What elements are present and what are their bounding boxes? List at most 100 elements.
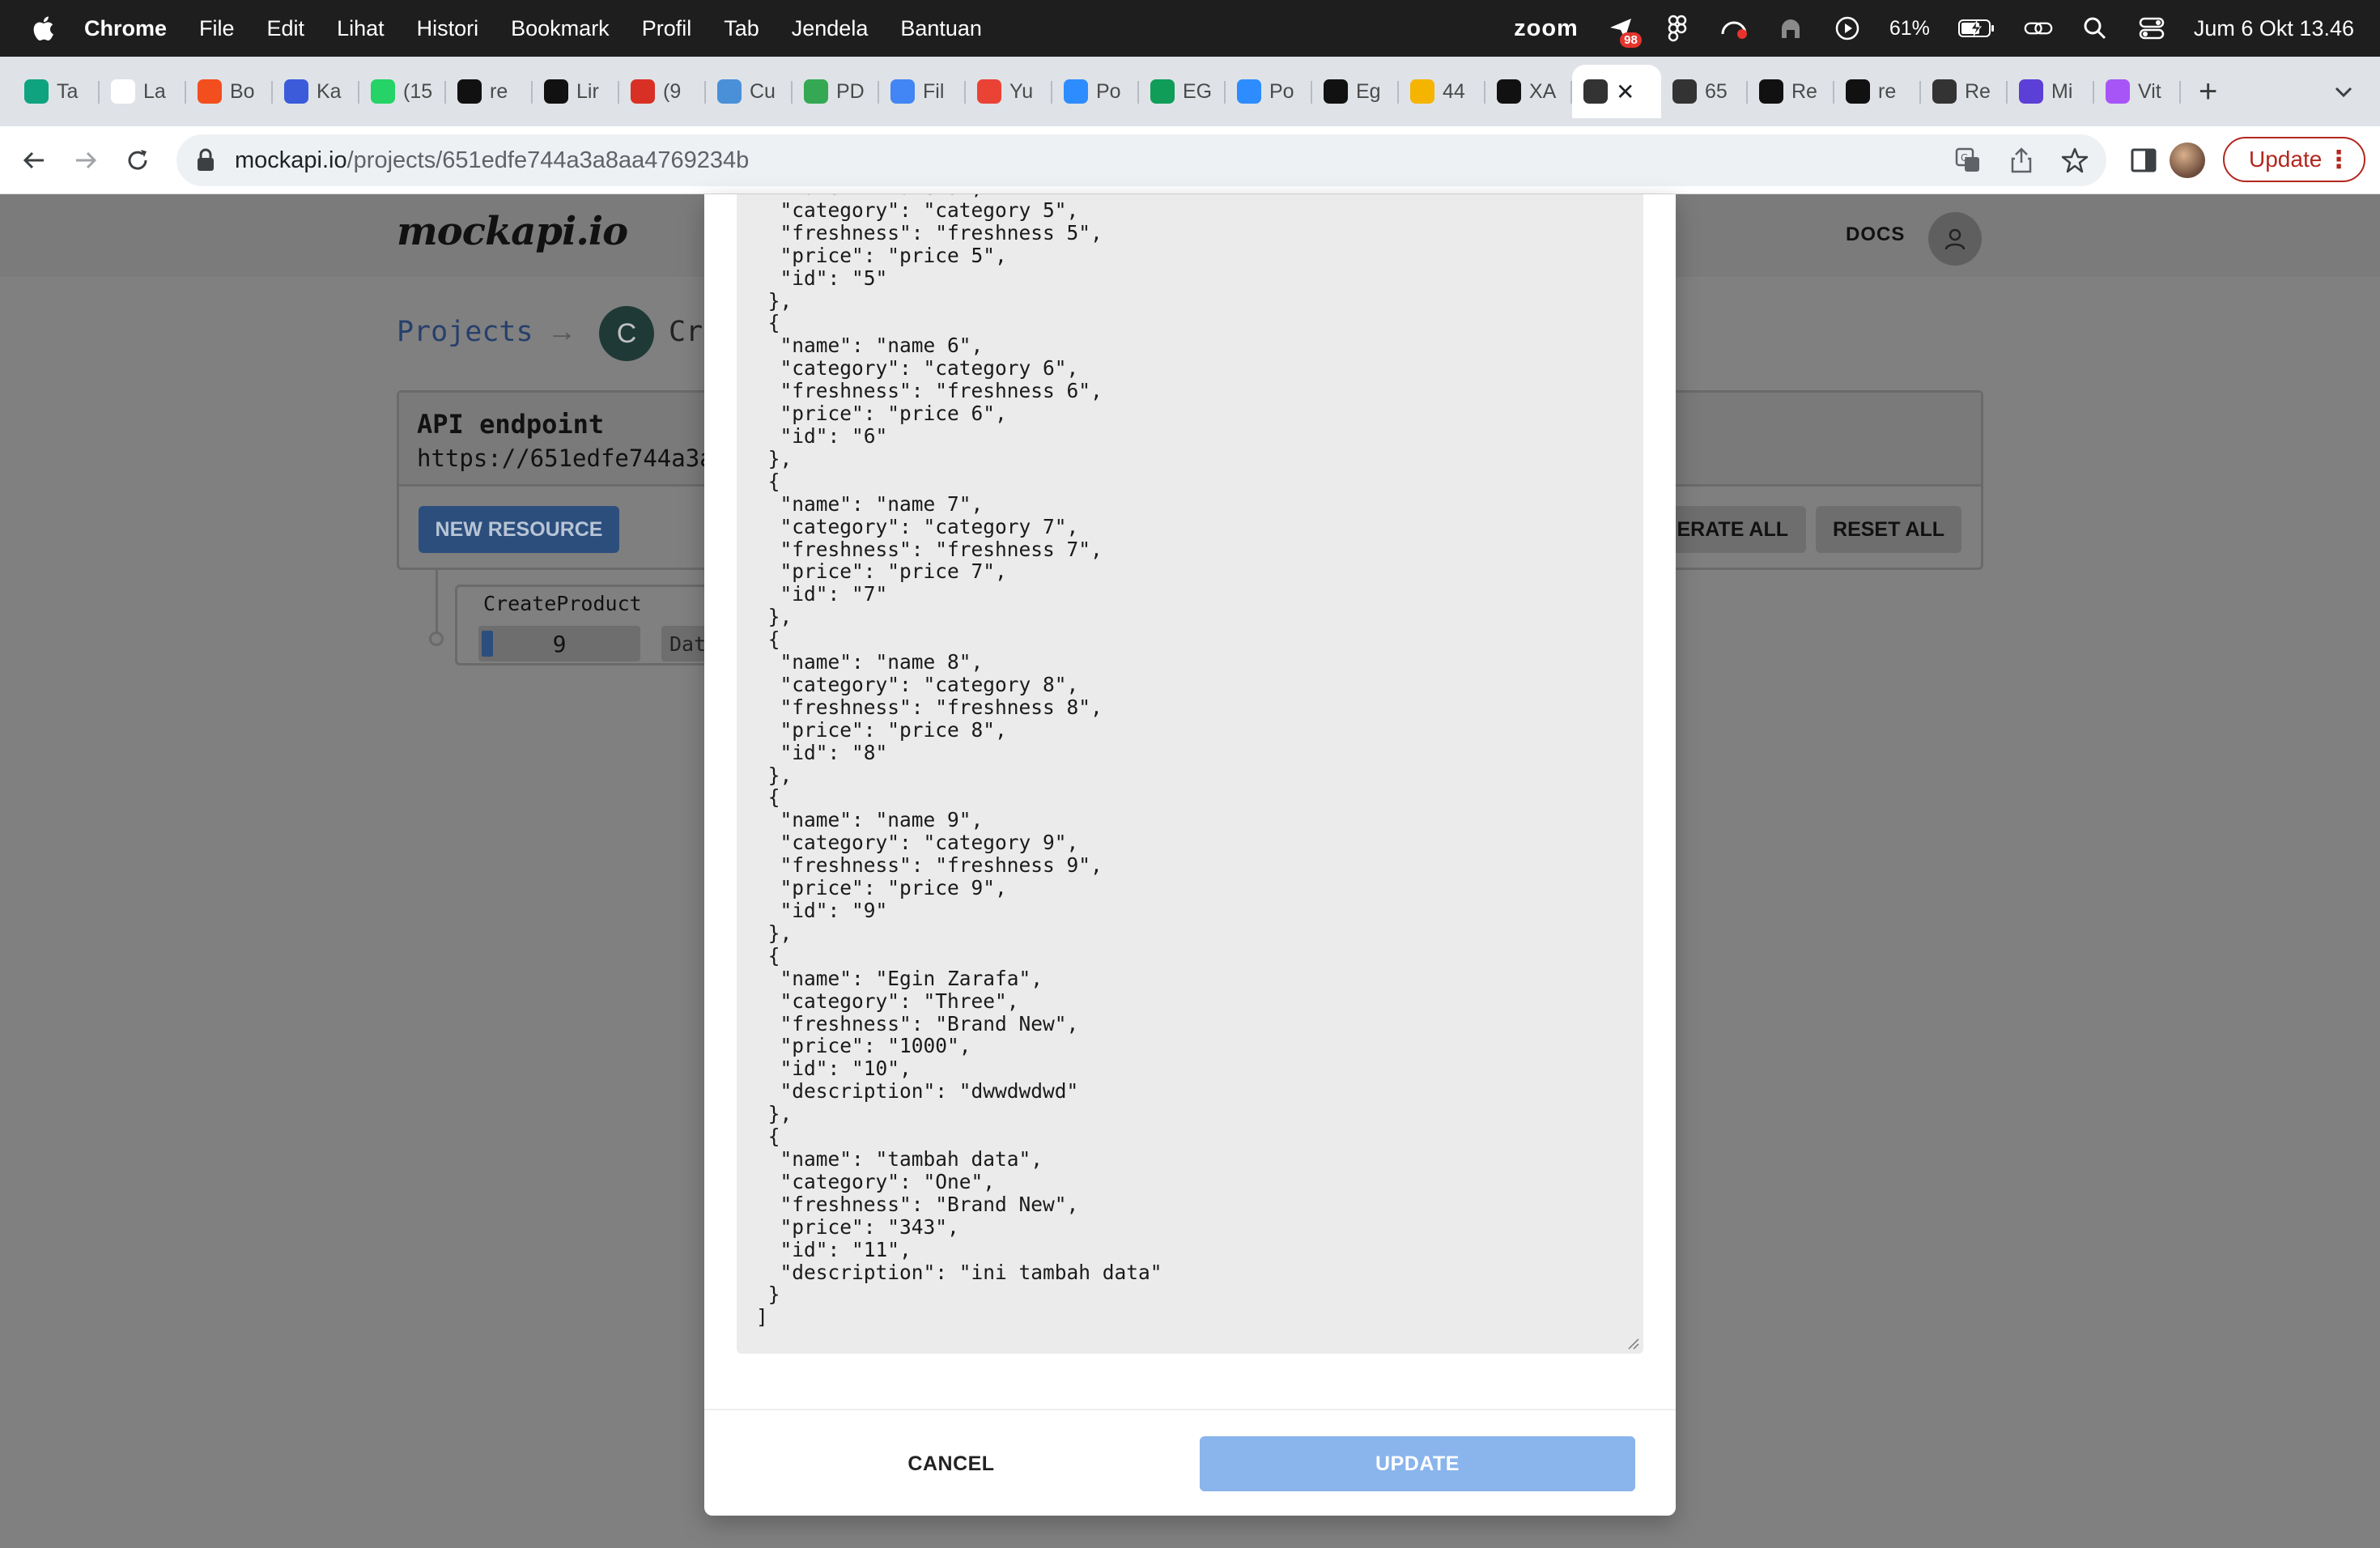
menubar-clock[interactable]: Jum 6 Okt 13.46 <box>2194 16 2354 41</box>
figma-menu-icon[interactable] <box>1663 14 1692 43</box>
browser-tab[interactable]: re <box>1834 65 1921 118</box>
tab-title: XA <box>1529 79 1557 103</box>
resource-card[interactable]: CreateProduct 9 Dat <box>455 585 726 666</box>
browser-tab[interactable]: Po <box>1226 65 1312 118</box>
url-host: mockapi.io <box>235 147 347 173</box>
translate-icon[interactable]: G <box>1954 147 1982 174</box>
browser-tab[interactable]: XA <box>1485 65 1572 118</box>
control-center-icon[interactable] <box>2137 14 2166 43</box>
browser-tab[interactable]: (15 <box>359 65 446 118</box>
link-icon[interactable] <box>2024 14 2053 43</box>
update-label: Update <box>2249 147 2323 172</box>
cancel-button[interactable]: CANCEL <box>826 1436 1077 1491</box>
browser-tab[interactable]: Ka <box>273 65 359 118</box>
forward-button[interactable] <box>68 142 104 178</box>
tab-title: Po <box>1096 79 1121 103</box>
lock-icon[interactable] <box>194 147 217 173</box>
api-endpoint-url[interactable]: https://651edfe744a3a <box>417 444 714 472</box>
browser-tab[interactable]: Lir <box>533 65 619 118</box>
browser-tab[interactable]: PD <box>793 65 879 118</box>
browser-tab[interactable]: Po <box>1052 65 1139 118</box>
tab-title: 65 <box>1705 79 1728 103</box>
mail-927-icon <box>631 79 655 104</box>
browser-tab[interactable]: Ta <box>13 65 100 118</box>
browser-tab[interactable]: Mi <box>2008 65 2094 118</box>
browser-tab[interactable]: Eg <box>1312 65 1399 118</box>
back-button[interactable] <box>16 142 52 178</box>
side-panel-icon[interactable] <box>2129 146 2158 175</box>
json-data-textarea[interactable]: "name": "name 5", "category": "category … <box>737 194 1643 1354</box>
tab-title: Ta <box>57 79 79 103</box>
menu-tab[interactable]: Tab <box>724 16 759 41</box>
browser-toolbar: mockapi.io/projects/651edfe744a3a8aa4769… <box>0 126 2380 194</box>
address-bar[interactable]: mockapi.io/projects/651edfe744a3a8aa4769… <box>176 134 2106 186</box>
cake-icon <box>1410 79 1434 104</box>
tab-title: re <box>1878 79 1897 103</box>
menu-app-name[interactable]: Chrome <box>84 16 167 41</box>
browser-tab[interactable]: (9 <box>619 65 706 118</box>
browser-tab[interactable]: Bo <box>186 65 273 118</box>
reset-all-button[interactable]: RESET ALL <box>1816 506 1961 553</box>
spotlight-search-icon[interactable] <box>2080 14 2110 43</box>
browser-tab-active[interactable]: ✕ <box>1572 65 1661 118</box>
monitor-icon <box>1932 79 1957 104</box>
browser-tab[interactable]: EG <box>1139 65 1226 118</box>
browser-tab[interactable]: Vit <box>2094 65 2181 118</box>
more-vertical-icon: ⋮ <box>2327 146 2351 173</box>
browser-tab-strip: Ta La Bo Ka (15 re Lir (9 Cu PD Fil Yu Po EG Po Eg 44 XA ✕… <box>0 57 2380 126</box>
breadcrumb-arrow-icon: → <box>547 314 576 347</box>
browser-tab[interactable]: La <box>100 65 186 118</box>
activity-icon[interactable] <box>1719 14 1749 43</box>
browser-tab[interactable]: re <box>446 65 533 118</box>
menu-help[interactable]: Bantuan <box>900 16 982 41</box>
forms-icon <box>890 79 915 104</box>
user-account-button[interactable] <box>1928 212 1982 266</box>
close-tab-icon[interactable]: ✕ <box>1616 79 1634 105</box>
chrome-update-button[interactable]: Update ⋮ <box>2223 137 2365 182</box>
browser-tab[interactable]: 65 <box>1661 65 1748 118</box>
browser-tab[interactable]: Yu <box>966 65 1052 118</box>
menu-file[interactable]: File <box>199 16 235 41</box>
send-icon[interactable]: 98 <box>1606 14 1642 48</box>
browser-tab[interactable]: Cu <box>706 65 793 118</box>
tab-title: Yu <box>1009 79 1034 103</box>
menu-profile[interactable]: Profil <box>642 16 692 41</box>
reload-button[interactable] <box>120 142 155 178</box>
resource-count-value: 9 <box>552 630 567 657</box>
breadcrumb-projects-link[interactable]: Projects <box>397 316 533 348</box>
docs-link[interactable]: DOCS <box>1846 223 1905 246</box>
menu-edit[interactable]: Edit <box>267 16 305 41</box>
resize-handle-icon[interactable] <box>1626 1336 1640 1350</box>
play-icon[interactable] <box>1833 14 1862 43</box>
headphones-icon[interactable] <box>1776 14 1805 43</box>
battery-icon[interactable] <box>1957 14 1996 43</box>
tab-title: La <box>143 79 166 103</box>
browser-tab[interactable]: Fil <box>879 65 966 118</box>
menu-view[interactable]: Lihat <box>337 16 385 41</box>
update-button[interactable]: UPDATE <box>1200 1436 1635 1491</box>
share-icon[interactable] <box>2009 147 2034 174</box>
apple-icon[interactable] <box>31 15 55 42</box>
reload-icon <box>128 149 147 170</box>
sheets-icon <box>1150 79 1175 104</box>
kampus-icon <box>284 79 308 104</box>
browser-tab[interactable]: Re <box>1921 65 2008 118</box>
mockapi-logo[interactable]: mockapi.io <box>397 209 628 254</box>
menu-history[interactable]: Histori <box>417 16 479 41</box>
new-resource-button[interactable]: NEW RESOURCE <box>419 506 619 553</box>
url-text[interactable]: mockapi.io/projects/651edfe744a3a8aa4769… <box>235 147 749 174</box>
browser-tab[interactable]: Re <box>1748 65 1834 118</box>
chevron-down-icon[interactable] <box>2331 79 2356 104</box>
cursor-icon <box>717 79 742 104</box>
profile-avatar[interactable] <box>2170 142 2205 178</box>
zoom-menu-extra[interactable]: zoom <box>1514 15 1579 42</box>
menu-window[interactable]: Jendela <box>792 16 869 41</box>
menu-bookmark[interactable]: Bookmark <box>511 16 610 41</box>
browser-tab[interactable]: 44 <box>1399 65 1485 118</box>
bookmark-star-icon[interactable] <box>2061 147 2089 174</box>
tab-title: PD <box>836 79 865 103</box>
resource-count-bar[interactable]: 9 <box>478 626 640 661</box>
new-tab-plus-icon[interactable]: + <box>2199 74 2217 110</box>
resource-name: CreateProduct <box>483 592 642 615</box>
github-icon <box>1846 79 1870 104</box>
